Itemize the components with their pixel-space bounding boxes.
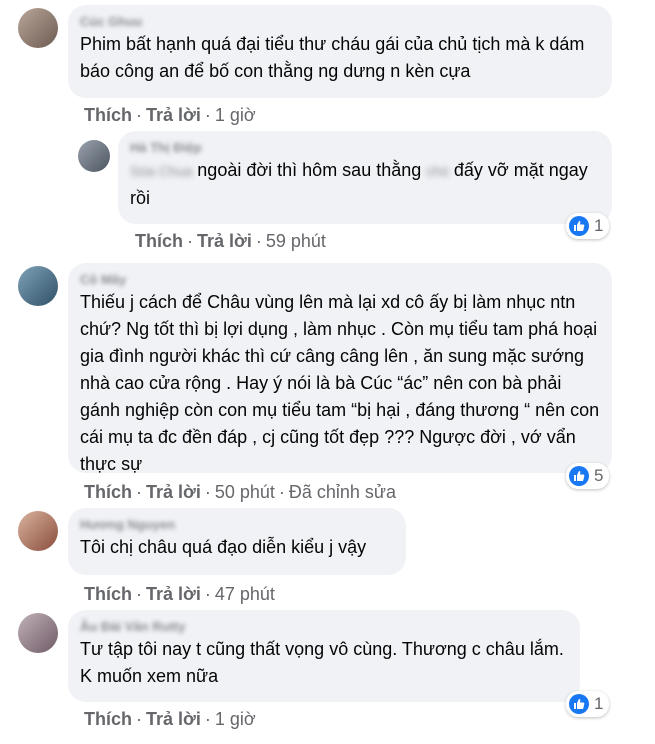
thumbs-up-icon	[569, 216, 589, 236]
comment-actions: Thích · Trả lời · 59 phút	[135, 231, 326, 251]
comment-text: Thiếu j cách để Châu vùng lên mà lại xd …	[80, 292, 600, 474]
edited-label[interactable]: Đã chỉnh sửa	[289, 482, 396, 502]
comment-bubble: Cô Mây Thiếu j cách để Châu vùng lên mà …	[68, 263, 612, 474]
reaction-count: 1	[594, 216, 604, 235]
reply-button[interactable]: Trả lời	[146, 105, 201, 125]
blurred-word: chó	[426, 163, 449, 179]
comment-time[interactable]: 59 phút	[266, 231, 326, 251]
mention-link[interactable]: Sóa Chua	[130, 163, 192, 179]
comment-actions: Thích · Trả lời · 1 giờ	[84, 105, 256, 125]
reaction-badge[interactable]: 5	[566, 463, 610, 489]
like-button[interactable]: Thích	[84, 584, 132, 604]
comment-text: Tư tập tôi nay t cũng thất vọng vô cùng.…	[80, 639, 564, 686]
reaction-count: 5	[594, 466, 604, 485]
comment-author[interactable]: Cúc Ghuu	[80, 13, 142, 30]
like-button[interactable]: Thích	[135, 231, 183, 251]
comment-time[interactable]: 1 giờ	[215, 709, 256, 729]
comment-text: Phim bất hạnh quá đại tiểu thư cháu gái …	[80, 34, 585, 81]
reply-button[interactable]: Trả lời	[197, 231, 252, 251]
like-button[interactable]: Thích	[84, 105, 132, 125]
comment-bubble: Hà Thị Điệp Sóa Chua ngoài đời thì hôm s…	[118, 131, 612, 224]
reply-button[interactable]: Trả lời	[146, 482, 201, 502]
reaction-count: 1	[594, 694, 604, 713]
thumbs-up-icon	[569, 694, 589, 714]
avatar[interactable]	[18, 511, 58, 551]
comment-bubble: Hương Nguyen Tôi chị châu quá đạo diễn k…	[68, 508, 406, 575]
like-button[interactable]: Thích	[84, 482, 132, 502]
comment-text: Tôi chị châu quá đạo diễn kiểu j vậy	[80, 537, 367, 557]
comment-bubble: Cúc Ghuu Phim bất hạnh quá đại tiểu thư …	[68, 5, 612, 98]
thumbs-up-icon	[569, 466, 589, 486]
avatar[interactable]	[78, 140, 110, 172]
like-button[interactable]: Thích	[84, 709, 132, 729]
comment-text-part: ngoài đời thì hôm sau thằng	[197, 160, 422, 180]
comment-time[interactable]: 47 phút	[215, 584, 275, 604]
comment-actions: Thích · Trả lời · 47 phút	[84, 584, 275, 604]
avatar[interactable]	[18, 8, 58, 48]
comment-author[interactable]: Hà Thị Điệp	[130, 139, 202, 156]
comment-time[interactable]: 1 giờ	[215, 105, 256, 125]
comment-time[interactable]: 50 phút	[215, 482, 275, 502]
reaction-badge[interactable]: 1	[566, 691, 610, 717]
comment-bubble: Âu Đài Vân Rutty Tư tập tôi nay t cũng t…	[68, 610, 580, 702]
reaction-badge[interactable]: 1	[566, 213, 610, 239]
avatar[interactable]	[18, 266, 58, 306]
comment-text: Sóa Chua ngoài đời thì hôm sau thằng chó…	[130, 157, 600, 212]
reply-button[interactable]: Trả lời	[146, 709, 201, 729]
reply-button[interactable]: Trả lời	[146, 584, 201, 604]
comment-actions: Thích · Trả lời · 1 giờ	[84, 709, 256, 729]
avatar[interactable]	[18, 613, 58, 653]
comment-author[interactable]: Cô Mây	[80, 271, 126, 288]
comment-author[interactable]: Hương Nguyen	[80, 516, 175, 533]
comment-author[interactable]: Âu Đài Vân Rutty	[80, 618, 185, 635]
comment-actions: Thích · Trả lời · 50 phút · Đã chỉnh sửa	[84, 482, 396, 502]
